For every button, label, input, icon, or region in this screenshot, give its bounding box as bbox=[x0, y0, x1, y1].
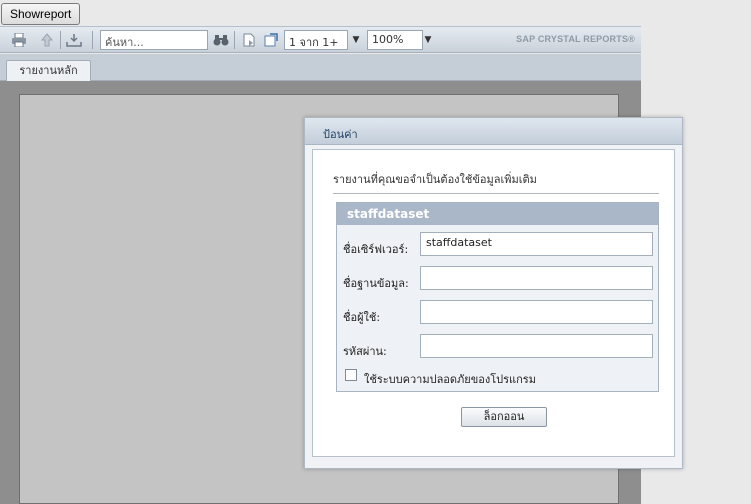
server-name-input[interactable]: staffdataset bbox=[420, 232, 653, 256]
dialog-title: ป้อนค่า bbox=[305, 118, 682, 145]
datasource-group: staffdataset ชื่อเซิร์ฟเวอร์: staffdatas… bbox=[336, 202, 659, 392]
toolbar-divider bbox=[60, 31, 61, 49]
refresh-icon[interactable] bbox=[262, 31, 280, 49]
server-name-label: ชื่อเซิร์ฟเวอร์: bbox=[343, 243, 409, 256]
toolbar-divider bbox=[92, 31, 93, 49]
parameter-dialog: ป้อนค่า รายงานที่คุณขอจำเป็นต้องใช้ข้อมู… bbox=[304, 117, 683, 469]
login-button[interactable]: ล็อกออน bbox=[461, 407, 547, 427]
dialog-divider bbox=[333, 193, 659, 194]
chevron-down-icon[interactable]: ▼ bbox=[350, 31, 362, 49]
page-number-field[interactable]: 1 จาก 1+ bbox=[284, 30, 348, 50]
database-name-input[interactable] bbox=[420, 266, 653, 290]
showreport-button[interactable]: Showreport bbox=[1, 3, 81, 25]
printer-icon[interactable] bbox=[10, 31, 28, 49]
database-name-label: ชื่อฐานข้อมูล: bbox=[343, 277, 409, 290]
dialog-message: รายงานที่คุณขอจำเป็นต้องใช้ข้อมูลเพิ่มเต… bbox=[333, 173, 537, 186]
search-input[interactable]: ค้นหา... bbox=[100, 30, 208, 50]
report-toolbar: ค้นหา... 1 จาก 1+ ▼ 100% ▼ SAP CRYSTAL R… bbox=[0, 26, 641, 53]
integrated-security-label: ใช้ระบบความปลอดภัยของโปรแกรม bbox=[364, 373, 536, 386]
username-label: ชื่อผู้ใช้: bbox=[343, 311, 381, 324]
integrated-security-checkbox[interactable] bbox=[345, 369, 357, 381]
toolbar-divider bbox=[234, 31, 235, 49]
binoculars-icon[interactable] bbox=[212, 31, 230, 49]
zoom-field[interactable]: 100% bbox=[367, 30, 423, 50]
upload-icon[interactable] bbox=[38, 31, 56, 49]
tab-main-report[interactable]: รายงานหลัก bbox=[6, 60, 91, 82]
brand-label: SAP CRYSTAL REPORTS® bbox=[516, 34, 635, 44]
username-input[interactable] bbox=[420, 300, 653, 324]
password-label: รหัสผ่าน: bbox=[343, 345, 387, 358]
tab-bar: รายงานหลัก bbox=[0, 54, 641, 82]
dialog-body: รายงานที่คุณขอจำเป็นต้องใช้ข้อมูลเพิ่มเต… bbox=[312, 149, 675, 457]
password-input[interactable] bbox=[420, 334, 653, 358]
group-title: staffdataset bbox=[337, 203, 658, 225]
page-icon[interactable] bbox=[240, 31, 258, 49]
chevron-down-icon[interactable]: ▼ bbox=[422, 31, 434, 49]
export-icon[interactable] bbox=[65, 31, 83, 49]
